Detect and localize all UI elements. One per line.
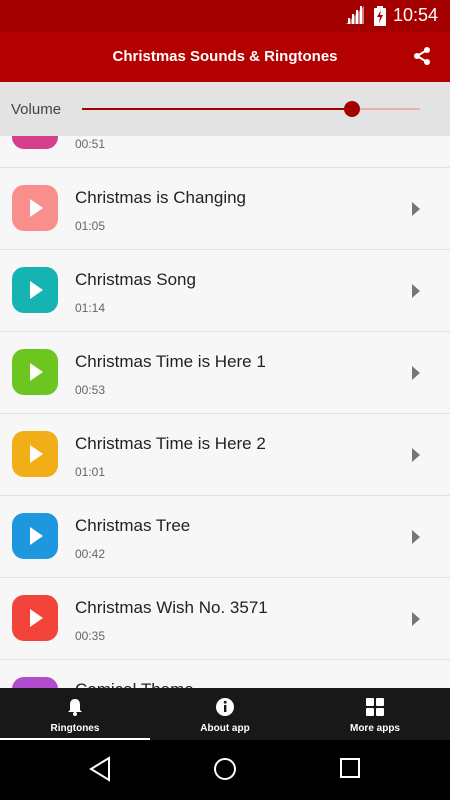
- ringtone-name: Christmas is Changing: [75, 188, 247, 207]
- chevron-right-icon[interactable]: [412, 202, 420, 216]
- battery-icon: [374, 6, 386, 26]
- play-button[interactable]: [12, 595, 58, 641]
- play-icon: [30, 281, 43, 299]
- status-time: 10:54: [392, 5, 438, 25]
- chevron-right-icon[interactable]: [412, 448, 420, 462]
- chevron-right-icon[interactable]: [412, 530, 420, 544]
- ringtone-row[interactable]: Christmas Time is Here 1 00:53: [0, 332, 450, 414]
- play-button[interactable]: [12, 677, 58, 688]
- tab-about-app-label: About app: [200, 723, 250, 734]
- system-nav-bar: [0, 740, 450, 800]
- ringtone-duration: 01:05: [75, 219, 106, 233]
- volume-slider[interactable]: [82, 101, 420, 117]
- ringtone-duration: 01:14: [75, 301, 106, 315]
- bell-icon: [68, 699, 82, 716]
- volume-slider-thumb[interactable]: [344, 101, 361, 117]
- ringtone-name: Christmas Time is Here 1: [75, 352, 266, 371]
- tab-more-apps[interactable]: More apps: [300, 688, 450, 740]
- chevron-right-icon[interactable]: [412, 284, 420, 298]
- play-button[interactable]: [12, 136, 58, 149]
- ringtone-row[interactable]: Christmas Song 01:14: [0, 250, 450, 332]
- ringtone-row[interactable]: Comical Theme: [0, 660, 450, 688]
- ringtone-row[interactable]: Christmas is Changing 01:05: [0, 168, 450, 250]
- info-icon: [216, 698, 234, 716]
- play-icon: [30, 609, 43, 627]
- tab-ringtones[interactable]: Ringtones: [0, 688, 150, 740]
- ringtone-duration: 00:42: [75, 547, 106, 561]
- signal-icon: [346, 6, 364, 24]
- ringtone-duration: 00:53: [75, 383, 106, 397]
- tab-about-app[interactable]: About app: [150, 688, 300, 740]
- play-icon: [30, 199, 43, 217]
- play-button[interactable]: [12, 431, 58, 477]
- play-button[interactable]: [12, 513, 58, 559]
- play-button[interactable]: [12, 349, 58, 395]
- ringtone-duration: 01:01: [75, 465, 106, 479]
- ringtone-name: Comical Theme: [75, 680, 194, 688]
- play-icon: [30, 527, 43, 545]
- app-bar: Christmas Sounds & Ringtones: [0, 32, 450, 82]
- back-icon[interactable]: [88, 756, 112, 782]
- tab-ringtones-label: Ringtones: [50, 723, 100, 734]
- ringtone-name: Christmas Time is Here 2: [75, 434, 266, 453]
- ringtone-row[interactable]: 00:51: [0, 136, 450, 168]
- recents-icon[interactable]: [339, 756, 361, 780]
- bottom-nav: Ringtones About app More apps: [0, 688, 450, 740]
- play-button[interactable]: [12, 267, 58, 313]
- chevron-right-icon[interactable]: [412, 366, 420, 380]
- home-icon[interactable]: [212, 756, 238, 782]
- ringtone-name: Christmas Wish No. 3571: [75, 598, 268, 617]
- ringtone-row[interactable]: Christmas Time is Here 2 01:01: [0, 414, 450, 496]
- ringtone-duration: 00:51: [75, 137, 106, 151]
- ringtone-duration: 00:35: [75, 629, 106, 643]
- tab-more-apps-label: More apps: [349, 723, 400, 734]
- ringtone-row[interactable]: Christmas Wish No. 3571 00:35: [0, 578, 450, 660]
- ringtone-name: Christmas Tree: [75, 516, 191, 535]
- grid-icon: [366, 698, 384, 716]
- chevron-right-icon[interactable]: [412, 612, 420, 626]
- ringtone-name: Christmas Song: [75, 270, 196, 289]
- volume-bar: Volume: [0, 82, 450, 136]
- play-icon: [30, 363, 43, 381]
- ringtone-row[interactable]: Christmas Tree 00:42: [0, 496, 450, 578]
- volume-slider-fill: [82, 108, 353, 110]
- volume-label: Volume: [11, 101, 62, 118]
- ringtone-list[interactable]: 00:51 Christmas is Changing 01:05 Christmas…: [0, 136, 450, 688]
- app-title: Christmas Sounds & Ringtones: [112, 48, 338, 65]
- play-button[interactable]: [12, 185, 58, 231]
- status-bar: 10:54: [0, 0, 450, 32]
- play-icon: [30, 445, 43, 463]
- share-icon[interactable]: [412, 46, 432, 66]
